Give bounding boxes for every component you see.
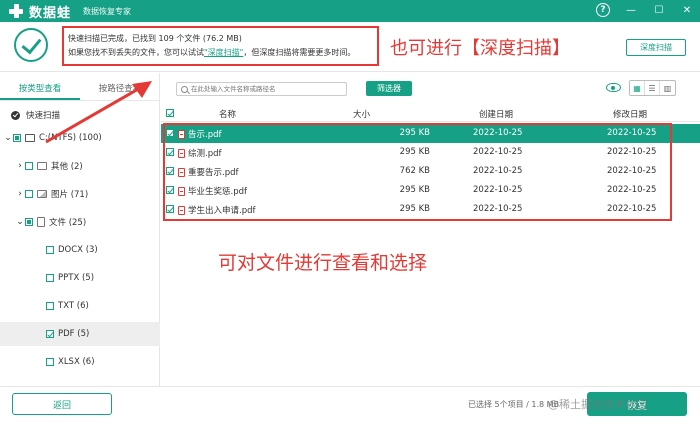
- selection-info: 已选择 5个项目 / 1.8 MB: [468, 400, 560, 409]
- image-icon: [37, 190, 47, 198]
- tree-checkbox[interactable]: [46, 246, 54, 254]
- tree-item-txt[interactable]: TXT (6): [0, 296, 160, 316]
- tree-checkbox[interactable]: [46, 330, 54, 338]
- tree-checkbox[interactable]: [46, 358, 54, 366]
- tree-checkbox[interactable]: [46, 302, 54, 310]
- folder-icon: [37, 162, 47, 170]
- tree-item-docx[interactable]: DOCX (3): [0, 240, 160, 260]
- app-logo: 数据蛙: [8, 2, 71, 21]
- tree-item-label: PPTX (5): [58, 273, 95, 283]
- chevron-down-icon[interactable]: ⌄: [3, 133, 13, 143]
- maximize-icon[interactable]: ☐: [652, 3, 666, 17]
- scan-complete-message: 快速扫描已完成，已找到 109 个文件 (76.2 MB): [68, 34, 242, 43]
- hint-prefix: 如果您找不到丢失的文件，您可以试试: [68, 48, 204, 57]
- tree-checkbox[interactable]: [25, 162, 33, 170]
- footer: 返回 已选择 5个项目 / 1.8 MB 恢复 @稀土掘金技术社区: [0, 386, 700, 427]
- tree-item-xlsx[interactable]: XLSX (6): [0, 352, 160, 372]
- tree-item-label: 文件 (25): [49, 218, 87, 228]
- annotation-arrow: [45, 81, 152, 144]
- tree-item-label: 图片 (71): [51, 190, 89, 200]
- deep-scan-annotation: 也可进行【深度扫描】: [390, 38, 570, 59]
- tree-checkbox[interactable]: [25, 218, 33, 226]
- tree-item-label: DOCX (3): [58, 245, 98, 255]
- filter-button[interactable]: 筛选器: [366, 81, 412, 96]
- file-toolbar: 筛选器 ▦ ☰ ▥: [161, 73, 700, 103]
- document-icon: [37, 217, 45, 227]
- column-name[interactable]: 名称: [219, 108, 236, 120]
- back-button[interactable]: 返回: [12, 393, 112, 415]
- scan-result-header: 快速扫描已完成，已找到 109 个文件 (76.2 MB) 如果您找不到丢失的文…: [0, 22, 700, 72]
- table-header: 名称 大小 创建日期 修改日期: [161, 104, 700, 122]
- column-modified[interactable]: 修改日期: [613, 108, 647, 120]
- annotation-rows-box: [163, 123, 672, 221]
- window-controls: ? — ☐ ✕: [596, 3, 694, 17]
- deep-scan-button[interactable]: 深度扫描: [626, 39, 686, 56]
- drive-icon: [25, 134, 35, 142]
- watermark: @稀土掘金技术社区: [548, 398, 647, 411]
- close-icon[interactable]: ✕: [680, 3, 694, 17]
- chevron-right-icon[interactable]: ›: [15, 189, 25, 199]
- tree-item-images[interactable]: › 图片 (71): [0, 184, 160, 204]
- column-created[interactable]: 创建日期: [479, 108, 513, 120]
- scan-message-box: 快速扫描已完成，已找到 109 个文件 (76.2 MB) 如果您找不到丢失的文…: [62, 26, 379, 66]
- plus-logo-icon: [8, 3, 24, 19]
- deep-scan-hint: 如果您找不到丢失的文件，您可以试试"深度扫描"，但深度扫描将需要更多时间。: [68, 46, 373, 60]
- title-bar: 数据蛙 数据恢复专家 ? — ☐ ✕: [0, 0, 700, 22]
- chevron-down-icon[interactable]: ⌄: [15, 217, 25, 227]
- tree-item-pdf[interactable]: PDF (5): [0, 322, 160, 346]
- hint-suffix: ，但深度扫描将需要更多时间。: [243, 48, 356, 57]
- help-icon[interactable]: ?: [596, 3, 610, 17]
- app-name: 数据蛙: [29, 5, 72, 21]
- tree-checkbox[interactable]: [13, 134, 21, 142]
- minimize-icon[interactable]: —: [624, 3, 638, 17]
- list-view-icon[interactable]: ☰: [645, 81, 660, 95]
- detail-view-icon[interactable]: ▥: [660, 81, 675, 95]
- select-all-checkbox[interactable]: [166, 109, 174, 117]
- eye-icon[interactable]: [606, 83, 621, 92]
- deep-scan-link[interactable]: "深度扫描": [204, 48, 243, 57]
- app-subtitle: 数据恢复专家: [83, 6, 132, 16]
- search-icon: [181, 85, 188, 93]
- view-mode-group: ▦ ☰ ▥: [629, 80, 676, 96]
- check-circle-icon: [14, 28, 48, 62]
- tree-item-pptx[interactable]: PPTX (5): [0, 268, 160, 288]
- chevron-right-icon[interactable]: ›: [15, 161, 25, 171]
- check-icon: [11, 110, 20, 120]
- tree-item-files[interactable]: ⌄ 文件 (25): [0, 212, 160, 232]
- column-size[interactable]: 大小: [353, 108, 370, 120]
- file-select-annotation: 可对文件进行查看和选择: [218, 252, 428, 274]
- tree-item-label: 其他 (2): [51, 162, 83, 172]
- tree-item-label: XLSX (6): [58, 357, 95, 367]
- search-box[interactable]: [176, 82, 347, 96]
- tree-item-label: TXT (6): [58, 301, 89, 311]
- tree-checkbox[interactable]: [25, 190, 33, 198]
- grid-view-icon[interactable]: ▦: [630, 81, 645, 95]
- tree-item-other[interactable]: › 其他 (2): [0, 156, 160, 176]
- tree-item-label: PDF (5): [58, 329, 90, 339]
- tree-checkbox[interactable]: [46, 274, 54, 282]
- search-input[interactable]: [191, 85, 341, 93]
